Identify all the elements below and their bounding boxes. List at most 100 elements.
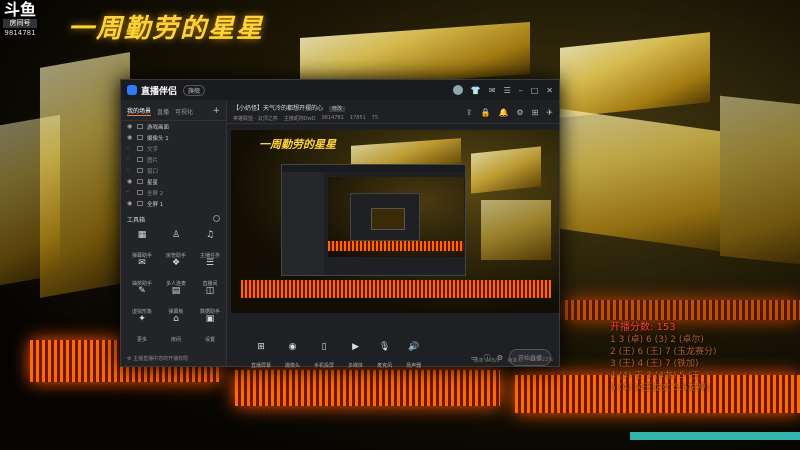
scene-item[interactable]: ◉ 星星 <box>121 176 226 187</box>
ticket-icon[interactable]: ✈ <box>546 108 553 117</box>
source-icon <box>137 179 143 184</box>
tool-label: 房间 <box>170 337 181 343</box>
tab-visual[interactable]: 可视化 <box>175 107 193 116</box>
scene-item[interactable]: ◉ 全屏 1 <box>121 198 226 209</box>
tab-my-scenes[interactable]: 我的场景 <box>127 106 152 116</box>
nested-preview <box>281 164 466 276</box>
lock-icon[interactable]: 🔒 <box>480 108 490 117</box>
sidebar-footer[interactable]: ⚙ 主播直播中您的开播权限 <box>127 355 188 362</box>
overlay-line: 1 3 (卓) 6 (3) 2 (卓尔) <box>610 335 704 345</box>
tool-icon: ▦ <box>137 230 147 240</box>
overlay-line: 2 (王) 6 (王) 7 (玉龙赛分) <box>610 347 717 357</box>
source-button[interactable]: ◉ 摄像头 <box>285 342 300 371</box>
eye-icon[interactable]: ◉ <box>127 134 133 141</box>
mail-icon[interactable]: ✉ <box>489 86 496 95</box>
tool-item[interactable]: ▣ 设置 <box>195 312 225 343</box>
scene-item[interactable]: ◉ 游戏画面 <box>121 121 226 132</box>
light-panel <box>720 95 800 265</box>
scene-label: 图片 <box>147 157 159 164</box>
source-icon <box>137 135 143 140</box>
source-icon: ▶ <box>352 341 360 352</box>
scene-item[interactable]: · 全屏 2 <box>121 187 226 198</box>
room-id-text: 9814781 <box>321 115 344 121</box>
version-badge[interactable]: 旗舰 <box>183 84 206 96</box>
source-icon <box>137 190 143 195</box>
source-label: 麦克风 <box>377 362 393 369</box>
scene-item[interactable]: · 图片 <box>121 154 226 165</box>
status-bitrate: 码率 0KB/s <box>473 358 500 364</box>
tool-icon: ☰ <box>205 258 215 268</box>
scene-item[interactable]: · 窗口 <box>121 165 226 176</box>
scene-label: 文字 <box>147 146 159 153</box>
tool-item[interactable]: ✎ 虚拟形象 <box>127 284 157 315</box>
eye-off-icon[interactable]: · <box>127 189 133 196</box>
source-icon <box>137 168 143 173</box>
source-button[interactable]: ⊞ 直播屏幕 <box>251 342 271 371</box>
tool-item[interactable]: ▤ 弹幕板 <box>161 284 191 315</box>
tool-item[interactable]: ✉ 抽奖助手 <box>127 256 157 287</box>
tool-item[interactable]: ♫ 主播任务 <box>195 228 225 259</box>
tool-item[interactable]: ✦ 更多 <box>127 312 157 343</box>
source-button[interactable]: 🎙 麦克风 <box>377 342 392 371</box>
scene-item[interactable]: · 文字 <box>121 143 226 154</box>
tool-item[interactable]: ⌂ 房间 <box>161 312 191 343</box>
tool-item[interactable]: ▦ 弹幕助手 <box>127 228 157 259</box>
maximize-icon[interactable]: □ <box>531 86 539 95</box>
anchor-name: 主播昵称DwD <box>283 116 316 122</box>
tool-item[interactable]: ☰ 直播间 <box>195 256 225 287</box>
source-label: 摄像头 <box>285 362 301 369</box>
source-button[interactable]: 🔊 扬声器 <box>406 342 421 371</box>
tool-icon: ♫ <box>205 230 215 240</box>
source-button[interactable]: ▯ 手机投屏 <box>314 342 334 371</box>
room-category[interactable]: 英雄联盟 · 云顶之弈 <box>233 115 278 122</box>
close-icon[interactable]: ✕ <box>546 86 553 95</box>
tool-label: 设置 <box>204 337 215 343</box>
room-title[interactable]: 【小奶怪】天气冷的都想开摆的心 <box>233 105 323 112</box>
minimize-icon[interactable]: – <box>519 86 523 95</box>
source-icon: 🔊 <box>407 341 420 352</box>
avatar[interactable] <box>452 85 463 95</box>
source-icon: 🎙 <box>378 341 391 352</box>
scene-item[interactable]: ◉ 摄像头 1 <box>121 132 226 143</box>
settings-icon[interactable]: ⚙ <box>516 108 523 117</box>
source-icon: ◉ <box>288 341 297 352</box>
tool-item[interactable]: ◫ 数据助手 <box>195 284 225 315</box>
scene-label: 星星 <box>147 179 159 186</box>
source-button[interactable]: ▶ 多媒体 <box>348 342 363 371</box>
tab-live[interactable]: 直播 <box>157 107 169 116</box>
eye-off-icon[interactable]: · <box>127 156 133 163</box>
eye-off-icon[interactable]: · <box>127 145 133 152</box>
title-bar[interactable]: 直播伴侣 旗舰 👕 ✉ ☰ – □ ✕ <box>121 80 559 100</box>
shirt-icon[interactable]: 👕 <box>471 86 481 95</box>
room-id: 9814781 <box>4 29 36 37</box>
collapse-icon[interactable] <box>213 215 220 222</box>
scene-label: 全屏 1 <box>147 201 164 208</box>
eye-icon[interactable]: ◉ <box>127 178 133 185</box>
eye-icon[interactable]: ◉ <box>127 200 133 207</box>
source-icon: ▯ <box>321 341 327 352</box>
stream-preview[interactable]: 一周勤劳的星星 <box>231 130 559 313</box>
tool-icon: ◫ <box>205 286 215 296</box>
grid-icon[interactable]: ⊞ <box>532 108 539 117</box>
tool-icon: ▤ <box>171 286 181 296</box>
eye-icon[interactable]: ◉ <box>127 123 133 130</box>
eye-off-icon[interactable]: · <box>127 167 133 174</box>
tool-icon: ✉ <box>138 258 146 268</box>
tool-icon: ✦ <box>138 314 146 324</box>
tool-item[interactable]: ♙ 房管助手 <box>161 228 191 259</box>
share-icon[interactable]: ⇪ <box>466 108 473 117</box>
source-icon <box>137 146 143 151</box>
preview-title: 一周勤劳的星星 <box>259 138 336 151</box>
tool-icon: ✎ <box>138 286 146 296</box>
menu-icon[interactable]: ☰ <box>504 86 511 95</box>
stream-title: 一周勤劳的星星 <box>68 14 265 44</box>
app-name: 直播伴侣 <box>141 86 178 97</box>
sidebar: 我的场景 直播 可视化 + ◉ 游戏画面 ◉ 摄像头 1 · 文字 · 图片 · 窗口 ◉ 星星 · 全屏… <box>121 100 227 366</box>
bell-icon[interactable]: 🔔 <box>498 108 508 117</box>
source-icon: ⊞ <box>257 341 265 352</box>
tool-item[interactable]: ❖ 多人连麦 <box>161 256 191 287</box>
add-scene-icon[interactable]: + <box>212 106 220 116</box>
hot-count: 17851 <box>349 115 366 121</box>
app-window[interactable]: 直播伴侣 旗舰 👕 ✉ ☰ – □ ✕ 我的场景 直播 可视化 + ◉ 游戏画面 ◉… <box>120 79 560 369</box>
edit-tag[interactable]: 修改 <box>328 106 345 112</box>
